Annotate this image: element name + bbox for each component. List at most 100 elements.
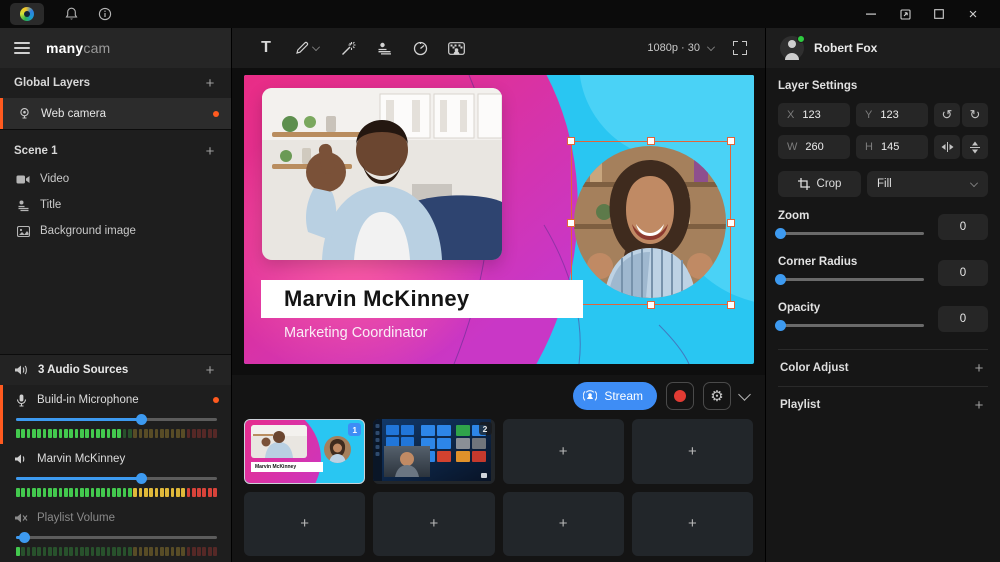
lower-third-nameplate[interactable]: Marvin McKinney bbox=[261, 280, 583, 318]
add-scene-tile[interactable]: + bbox=[244, 492, 365, 557]
opacity-slider-group: Opacity 0 bbox=[778, 302, 988, 335]
chevron-down-icon[interactable] bbox=[738, 388, 751, 401]
y-position-field[interactable]: Y 123 bbox=[856, 103, 928, 127]
corner-radius-value-field[interactable]: 0 bbox=[938, 260, 988, 286]
scene-thumbnail-2[interactable]: 2 bbox=[373, 419, 494, 484]
add-scene-tile[interactable]: + bbox=[503, 419, 624, 484]
resize-handle-nw[interactable] bbox=[567, 137, 575, 145]
section-playlist[interactable]: Playlist + bbox=[778, 386, 988, 423]
layer-selection-box[interactable] bbox=[571, 141, 731, 305]
add-layer-button[interactable]: + bbox=[203, 75, 217, 92]
corner-radius-slider[interactable] bbox=[780, 273, 924, 285]
stream-controls: Stream ⚙ bbox=[232, 375, 765, 417]
zoom-slider[interactable] bbox=[780, 227, 924, 239]
add-scene-item-button[interactable]: + bbox=[203, 143, 217, 160]
record-icon bbox=[674, 390, 686, 402]
lower-thirds-button[interactable] bbox=[368, 34, 400, 62]
webcam-icon bbox=[17, 107, 31, 121]
audio-source-playlist-volume[interactable]: Playlist Volume bbox=[0, 503, 231, 562]
audio-source-marvin-mckinney[interactable]: Marvin McKinney bbox=[0, 444, 231, 503]
brand-logo: manycam bbox=[46, 40, 110, 56]
preview-canvas[interactable]: Marvin McKinney Marketing Coordinator bbox=[244, 75, 754, 364]
resize-handle-s[interactable] bbox=[647, 301, 655, 309]
width-field[interactable]: W 260 bbox=[778, 135, 850, 159]
scene-header: Scene 1 + bbox=[0, 136, 231, 166]
center-area: T 1080p · 30 bbox=[232, 28, 765, 562]
menu-hamburger-icon[interactable] bbox=[14, 42, 30, 54]
resize-handle-n[interactable] bbox=[647, 137, 655, 145]
online-status-dot bbox=[797, 35, 805, 43]
resize-handle-e[interactable] bbox=[727, 219, 735, 227]
account-header[interactable]: Robert Fox bbox=[766, 28, 1000, 68]
chroma-key-button[interactable] bbox=[440, 34, 472, 62]
rotate-left-button[interactable]: ↺ bbox=[934, 103, 960, 127]
x-position-field[interactable]: X 123 bbox=[778, 103, 850, 127]
stream-button[interactable]: Stream bbox=[573, 382, 657, 410]
volume-slider[interactable] bbox=[16, 531, 217, 543]
rotate-right-button[interactable]: ↻ bbox=[962, 103, 988, 127]
app-logo-button[interactable] bbox=[10, 3, 44, 25]
section-color-adjust[interactable]: Color Adjust + bbox=[778, 349, 988, 386]
notifications-bell-icon[interactable] bbox=[58, 3, 84, 25]
left-sidebar: manycam Global Layers + Web camera Scene… bbox=[0, 28, 232, 562]
speaker-icon bbox=[14, 452, 28, 466]
account-name: Robert Fox bbox=[814, 41, 877, 55]
resolution-selector[interactable]: 1080p · 30 bbox=[647, 42, 715, 54]
mini-photo-man bbox=[251, 425, 307, 458]
volume-slider[interactable] bbox=[16, 472, 217, 484]
lower-third-role: Marketing Coordinator bbox=[284, 325, 427, 341]
scene-item-background-image[interactable]: Background image bbox=[0, 218, 231, 244]
flip-horizontal-button[interactable] bbox=[934, 135, 960, 159]
layer-item-web-camera[interactable]: Web camera bbox=[0, 98, 231, 129]
scene-thumbnail-1[interactable]: Marvin McKinney 1 bbox=[244, 419, 365, 484]
audio-source-built-in-microphone[interactable]: Build-in Microphone bbox=[0, 385, 231, 444]
opacity-slider[interactable] bbox=[780, 319, 924, 331]
webcam-video-man[interactable] bbox=[262, 88, 502, 260]
text-tool-button[interactable]: T bbox=[250, 34, 282, 62]
close-button[interactable]: × bbox=[956, 3, 990, 25]
volume-slider[interactable] bbox=[16, 413, 217, 425]
add-scene-tile[interactable]: + bbox=[632, 419, 753, 484]
expand-playlist-button[interactable]: + bbox=[972, 397, 986, 414]
flip-vertical-button[interactable] bbox=[962, 135, 988, 159]
add-scene-tile[interactable]: + bbox=[503, 492, 624, 557]
avatar bbox=[780, 36, 804, 60]
scene-item-video[interactable]: Video bbox=[0, 166, 231, 192]
audio-sources-header: 3 Audio Sources + bbox=[0, 354, 231, 385]
crop-button[interactable]: Crop bbox=[778, 171, 861, 197]
minimize-button[interactable] bbox=[854, 3, 888, 25]
add-scene-tile[interactable]: + bbox=[632, 492, 753, 557]
right-panel: Robert Fox Layer Settings X 123 Y 123 ↺ … bbox=[765, 28, 1000, 562]
stream-settings-button[interactable]: ⚙ bbox=[703, 382, 731, 410]
zoom-value-field[interactable]: 0 bbox=[938, 214, 988, 240]
add-scene-tile[interactable]: + bbox=[373, 492, 494, 557]
microphone-icon bbox=[14, 393, 28, 407]
effects-wand-button[interactable] bbox=[332, 34, 364, 62]
lower-third-icon bbox=[16, 198, 30, 212]
corner-radius-slider-group: Corner Radius 0 bbox=[778, 256, 988, 289]
maximize-button[interactable] bbox=[922, 3, 956, 25]
resize-handle-w[interactable] bbox=[567, 219, 575, 227]
fullscreen-button[interactable] bbox=[733, 41, 747, 55]
draw-tool-button[interactable] bbox=[286, 34, 328, 62]
fill-mode-select[interactable]: Fill bbox=[867, 171, 988, 197]
resize-handle-se[interactable] bbox=[727, 301, 735, 309]
record-button[interactable] bbox=[666, 382, 694, 410]
active-audio-dot bbox=[213, 397, 219, 403]
pencil-icon bbox=[295, 41, 309, 55]
chevron-down-icon bbox=[312, 43, 320, 51]
add-audio-source-button[interactable]: + bbox=[203, 362, 217, 379]
resize-handle-ne[interactable] bbox=[727, 137, 735, 145]
info-icon[interactable] bbox=[92, 3, 118, 25]
opacity-value-field[interactable]: 0 bbox=[938, 306, 988, 332]
speaker-icon bbox=[14, 363, 28, 377]
scene-badge: 2 bbox=[479, 422, 492, 435]
scene-item-title[interactable]: Title bbox=[0, 192, 231, 218]
mini-nameplate: Marvin McKinney bbox=[251, 462, 323, 472]
timer-button[interactable] bbox=[404, 34, 436, 62]
expand-color-adjust-button[interactable]: + bbox=[972, 360, 986, 377]
popout-button[interactable] bbox=[888, 3, 922, 25]
manycam-logo-icon bbox=[20, 7, 34, 21]
height-field[interactable]: H 145 bbox=[856, 135, 928, 159]
image-icon bbox=[16, 224, 30, 238]
